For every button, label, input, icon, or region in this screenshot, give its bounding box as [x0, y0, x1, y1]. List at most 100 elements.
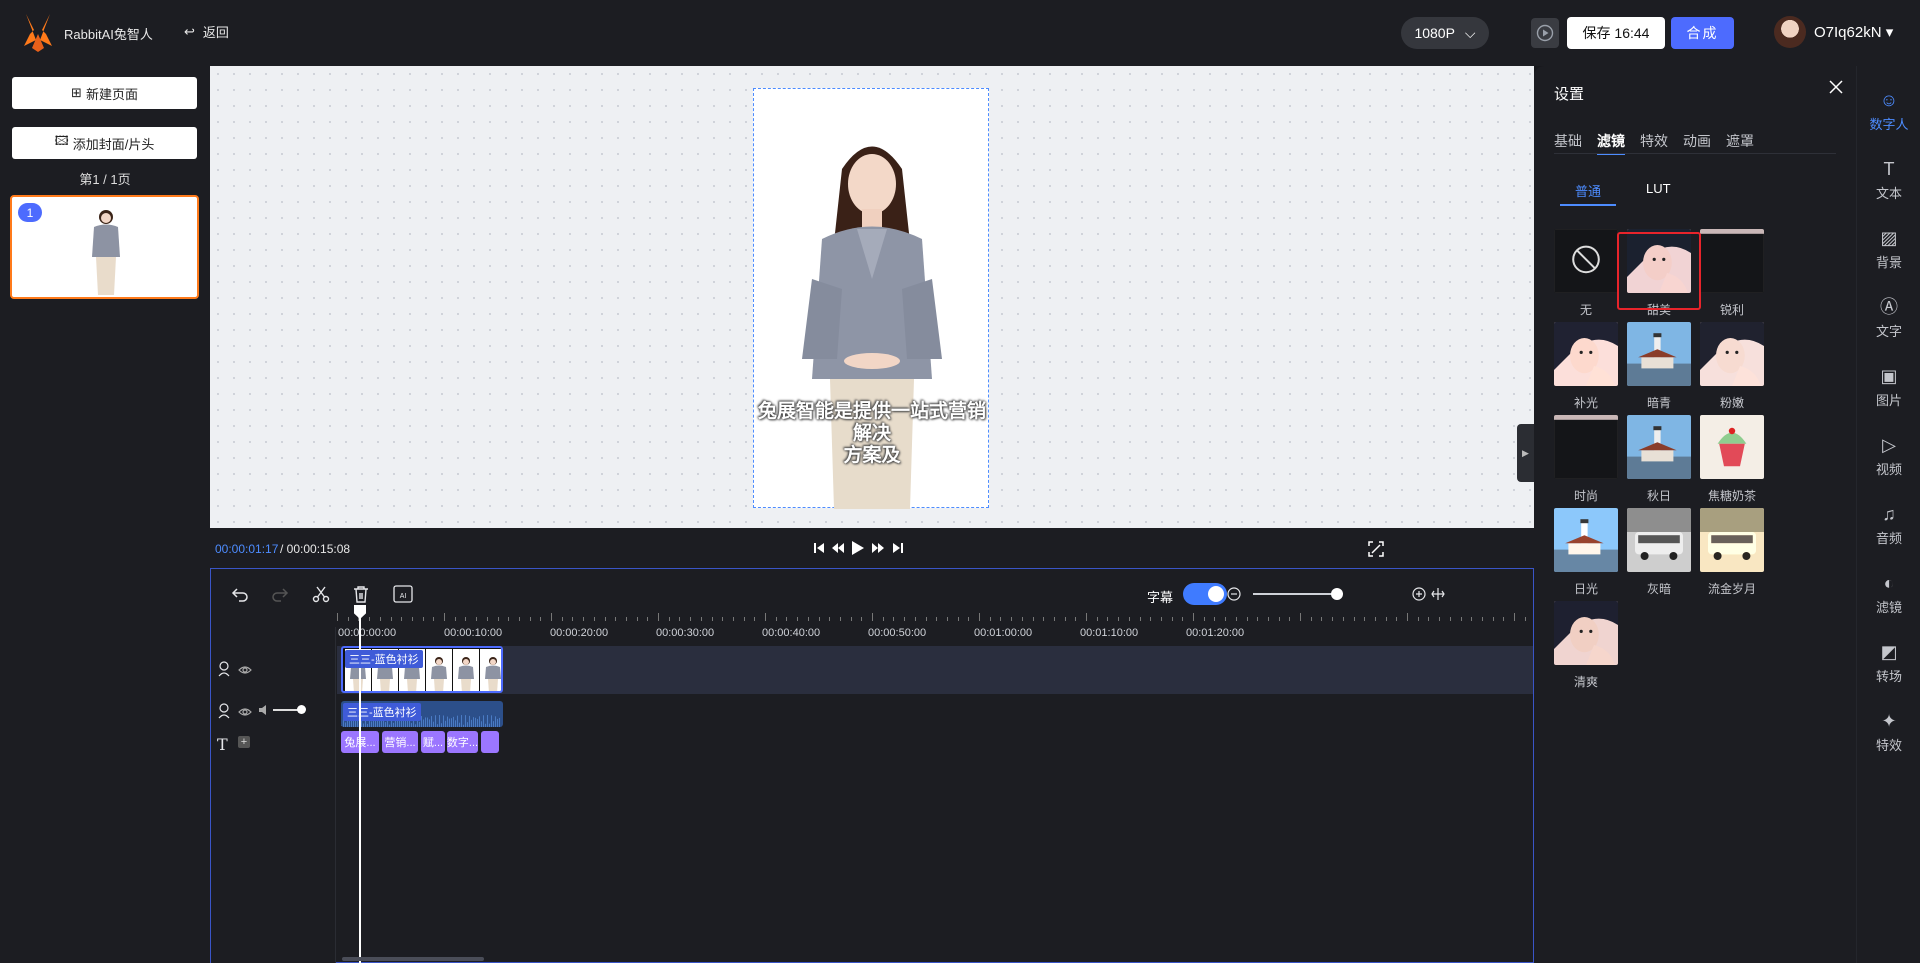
ruler-tick	[1118, 617, 1120, 621]
visibility-eye-icon[interactable]	[238, 705, 252, 720]
filter-thumbnail	[1700, 415, 1764, 479]
filter-option[interactable]: 无	[1554, 229, 1618, 318]
play-icon[interactable]	[850, 540, 866, 556]
username-menu[interactable]: O7Iq62kN ▾	[1814, 23, 1893, 41]
filter-option[interactable]: 秋日	[1627, 415, 1691, 504]
filter-option[interactable]: 锐利	[1700, 229, 1764, 318]
ruler-tick	[839, 617, 841, 621]
new-page-button[interactable]: ⊞ 新建页面	[12, 77, 197, 109]
ai-tool-icon[interactable]: AI	[391, 583, 415, 605]
rail-item[interactable]: ♫ 音频	[1857, 494, 1920, 556]
subtitle-toggle[interactable]	[1183, 583, 1227, 605]
ruler-tick	[1246, 617, 1248, 621]
ruler-tick	[1225, 617, 1227, 621]
filter-option[interactable]: 灰暗	[1627, 508, 1691, 597]
visibility-eye-icon[interactable]	[238, 663, 252, 678]
page-thumbnail[interactable]: 1	[10, 195, 199, 299]
subtab-lut[interactable]: LUT	[1646, 181, 1671, 206]
ruler-tick	[1171, 617, 1173, 621]
filter-option[interactable]: 日光	[1554, 508, 1618, 597]
compose-button[interactable]: 合成	[1671, 17, 1734, 49]
filter-option[interactable]: 时尚	[1554, 415, 1618, 504]
ruler-tick	[1064, 617, 1066, 621]
clip-frame-image	[453, 649, 479, 691]
ruler-tick	[925, 617, 927, 621]
volume-icon[interactable]	[258, 704, 270, 719]
undo-icon[interactable]	[229, 583, 251, 605]
fullscreen-icon[interactable]	[1367, 540, 1385, 558]
step-back-icon[interactable]	[830, 540, 846, 556]
time-ruler[interactable]: 00:00:00:00 00:00:10:00 00:00:20:00 00:00:3…	[337, 609, 1612, 647]
subtitle-clip[interactable]: 赋...	[421, 731, 445, 753]
avatar-video-clip[interactable]: 三三-蓝色衬衫	[341, 646, 503, 693]
filter-thumbnail	[1700, 322, 1764, 386]
avatar-video-track: 三三-蓝色衬衫	[337, 646, 1533, 694]
audio-clip[interactable]: 三三-蓝色衬衫	[341, 701, 503, 727]
skip-start-icon[interactable]	[811, 540, 827, 556]
rail-item[interactable]: ▣ 图片	[1857, 356, 1920, 418]
rail-item[interactable]: ◩ 转场	[1857, 632, 1920, 694]
rail-item[interactable]: ✦ 特效	[1857, 701, 1920, 763]
scissors-icon[interactable]	[310, 583, 332, 605]
subtitle-clip[interactable]	[481, 731, 499, 753]
ruler-tick	[711, 617, 713, 621]
step-forward-icon[interactable]	[870, 540, 886, 556]
filter-option[interactable]: 暗青	[1627, 322, 1691, 411]
avatar[interactable]	[1774, 16, 1806, 48]
background-icon: ▨	[1880, 227, 1898, 248]
filter-option[interactable]: 焦糖奶茶	[1700, 415, 1764, 504]
tab-basic[interactable]: 基础	[1554, 131, 1582, 155]
tab-filter[interactable]: 滤镜	[1597, 131, 1625, 155]
delete-icon[interactable]	[350, 583, 372, 605]
avatar-track-icon	[217, 661, 231, 680]
redo-icon[interactable]	[269, 583, 291, 605]
transition-icon: ◩	[1880, 641, 1898, 662]
ruler-tick	[572, 617, 574, 621]
fit-timeline-icon[interactable]	[1427, 583, 1449, 605]
rail-item[interactable]: ☺ 数字人	[1857, 80, 1920, 142]
timeline-scrollbar[interactable]	[342, 957, 484, 961]
rail-item[interactable]: Ⓐ 文字	[1857, 287, 1920, 349]
collapse-panel-button[interactable]: ▶	[1517, 424, 1534, 482]
tab-mask[interactable]: 遮罩	[1726, 131, 1754, 155]
filter-thumbnail	[1554, 415, 1618, 479]
rabbit-logo-icon	[20, 12, 56, 52]
resolution-select[interactable]: 1080P ⌵	[1401, 17, 1489, 49]
add-cover-button[interactable]: 🖾 添加封面/片头	[12, 127, 197, 159]
rail-item[interactable]: ◐ 滤镜	[1857, 563, 1920, 625]
filter-option[interactable]: 粉嫩	[1700, 322, 1764, 411]
tab-effects[interactable]: 特效	[1640, 131, 1668, 155]
save-button[interactable]: 保存 16:44	[1567, 17, 1665, 49]
ruler-tick	[1492, 617, 1494, 621]
filter-option[interactable]: 补光	[1554, 322, 1618, 411]
zoom-slider-track[interactable]	[1253, 593, 1337, 595]
zoom-slider-handle[interactable]	[1331, 588, 1343, 600]
subtitle-clip[interactable]: 数字...	[447, 731, 478, 753]
preview-play-button[interactable]	[1531, 18, 1559, 48]
ruler-tick-label: 00:00:00:00	[338, 627, 397, 639]
back-button[interactable]: ↩ 返回	[184, 22, 229, 41]
close-icon[interactable]	[1825, 76, 1847, 98]
rail-item[interactable]: T 文本	[1857, 149, 1920, 211]
ruler-tick	[625, 617, 627, 621]
filter-thumbnail	[1700, 229, 1764, 293]
video-icon: ▷	[1882, 434, 1896, 455]
skip-end-icon[interactable]	[890, 540, 906, 556]
add-text-icon[interactable]: +	[238, 736, 250, 748]
zoom-out-icon[interactable]	[1223, 583, 1245, 605]
ruler-tick	[1193, 613, 1194, 621]
volume-slider-handle[interactable]	[297, 705, 306, 714]
tab-animation[interactable]: 动画	[1683, 131, 1711, 155]
filter-grid: 无甜美 锐利 补光 暗青 粉嫩 时尚 秋日 焦糖奶茶 日光 灰暗 流金岁月 清爽	[1554, 229, 1834, 829]
subtab-normal[interactable]: 普通	[1560, 181, 1616, 206]
subtitle-clip[interactable]: 营销...	[382, 731, 418, 753]
rail-item[interactable]: ▨ 背景	[1857, 218, 1920, 280]
filter-option[interactable]: 流金岁月	[1700, 508, 1764, 597]
ruler-tick	[807, 617, 809, 621]
filter-option[interactable]: 清爽	[1554, 601, 1618, 690]
video-stage[interactable]: 兔展智能是提供一站式营销解决 方案及	[753, 88, 989, 509]
preview-canvas[interactable]: 兔展智能是提供一站式营销解决 方案及	[210, 66, 1534, 528]
rail-item-label: 文本	[1875, 185, 1902, 201]
caption-line-2: 方案及	[843, 445, 901, 466]
rail-item[interactable]: ▷ 视频	[1857, 425, 1920, 487]
